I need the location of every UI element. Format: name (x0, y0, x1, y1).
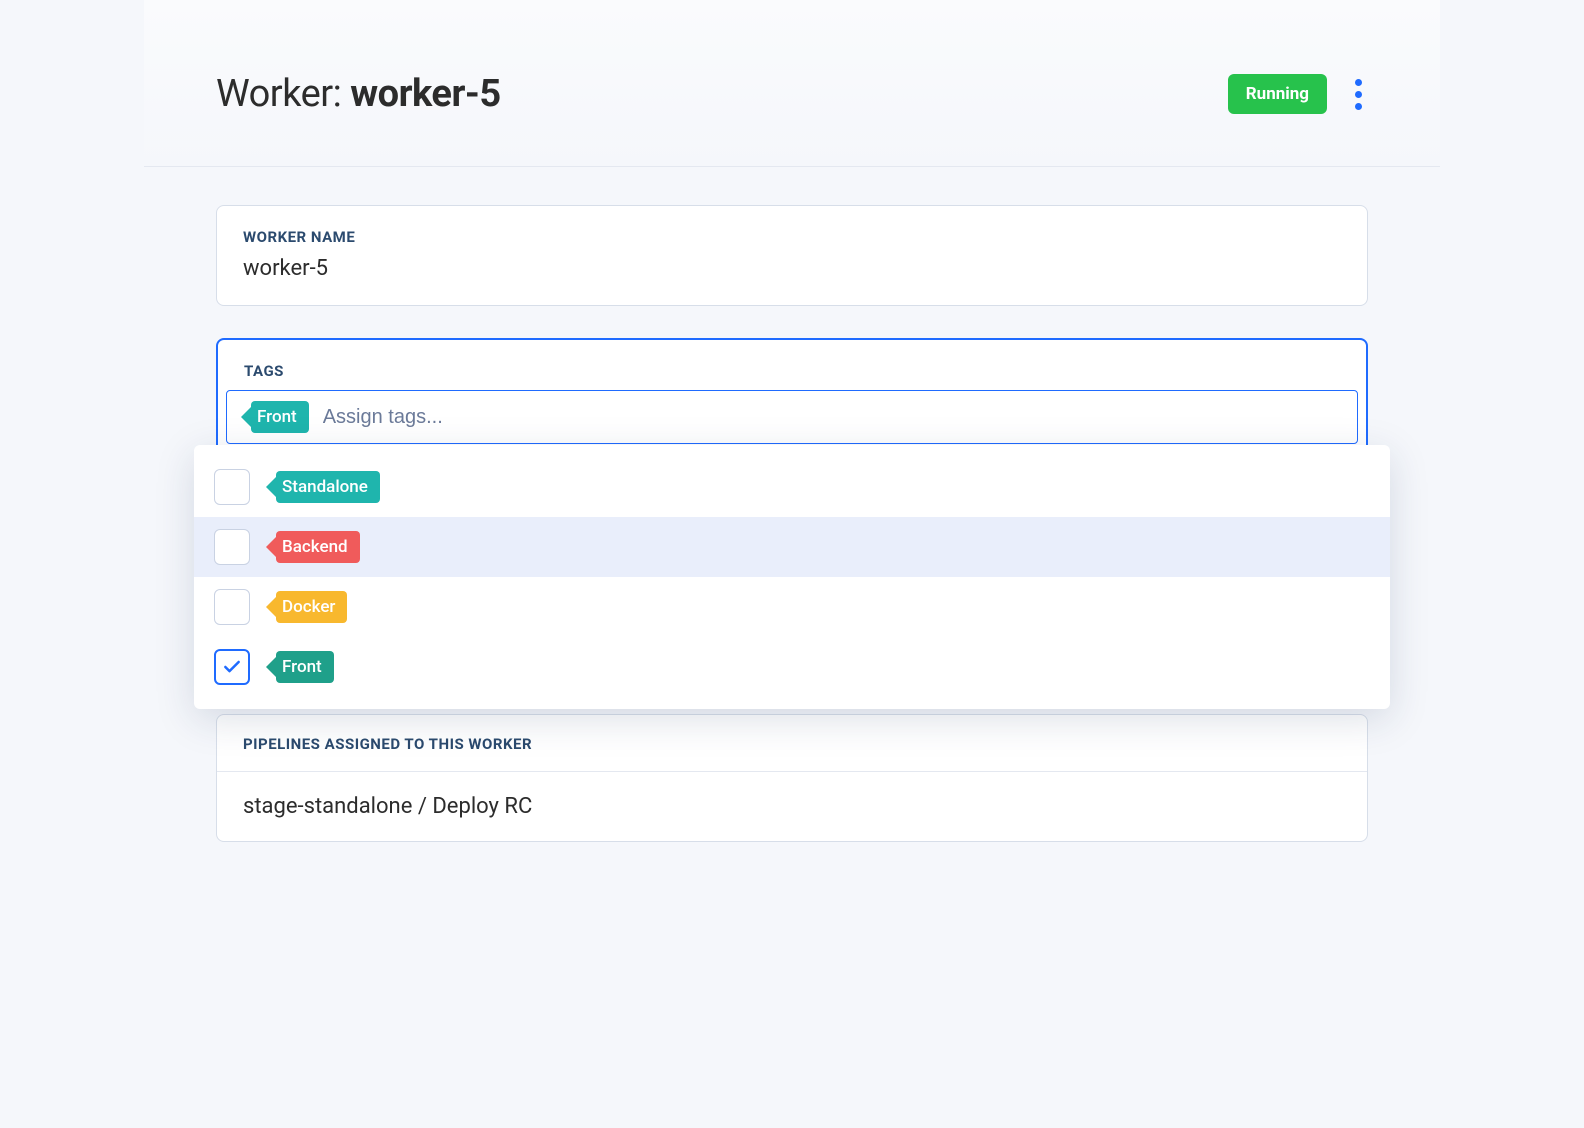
pipeline-row[interactable]: stage-standalone / Deploy RC (217, 772, 1367, 841)
tag-chip-standalone: Standalone (276, 471, 380, 503)
worker-name-label: WORKER NAME (217, 206, 1367, 256)
tags-input[interactable] (323, 406, 1343, 429)
page-header: Worker: worker-5 Running (144, 0, 1440, 167)
tags-input-row[interactable]: Front (226, 390, 1358, 444)
tags-label: TAGS (218, 340, 1366, 390)
tag-option-docker[interactable]: Docker (194, 577, 1390, 637)
tag-option-backend[interactable]: Backend (194, 517, 1390, 577)
selected-tag-front[interactable]: Front (251, 401, 309, 433)
pipelines-card: PIPELINES ASSIGNED TO THIS WORKER stage-… (216, 714, 1368, 842)
tag-option-standalone[interactable]: Standalone (194, 457, 1390, 517)
title-worker-name: worker-5 (350, 72, 500, 116)
worker-name-value: worker-5 (217, 256, 1367, 305)
page-title: Worker: worker-5 (216, 72, 501, 116)
pipelines-label: PIPELINES ASSIGNED TO THIS WORKER (217, 715, 1367, 772)
tag-chip-backend: Backend (276, 531, 360, 563)
more-vertical-icon[interactable] (1349, 73, 1368, 116)
tag-option-front[interactable]: Front (194, 637, 1390, 697)
header-actions: Running (1228, 73, 1368, 116)
tags-dropdown: Standalone Backend Docker F (194, 445, 1390, 709)
tag-chip-docker: Docker (276, 591, 347, 623)
worker-name-card: WORKER NAME worker-5 (216, 205, 1368, 306)
tags-card: TAGS Front (216, 338, 1368, 454)
checkbox-backend[interactable] (214, 529, 250, 565)
checkbox-front[interactable] (214, 649, 250, 685)
checkbox-standalone[interactable] (214, 469, 250, 505)
checkbox-docker[interactable] (214, 589, 250, 625)
status-badge: Running (1228, 74, 1327, 114)
title-prefix: Worker: (216, 72, 350, 116)
check-icon (222, 657, 242, 677)
tag-chip-front: Front (276, 651, 334, 683)
